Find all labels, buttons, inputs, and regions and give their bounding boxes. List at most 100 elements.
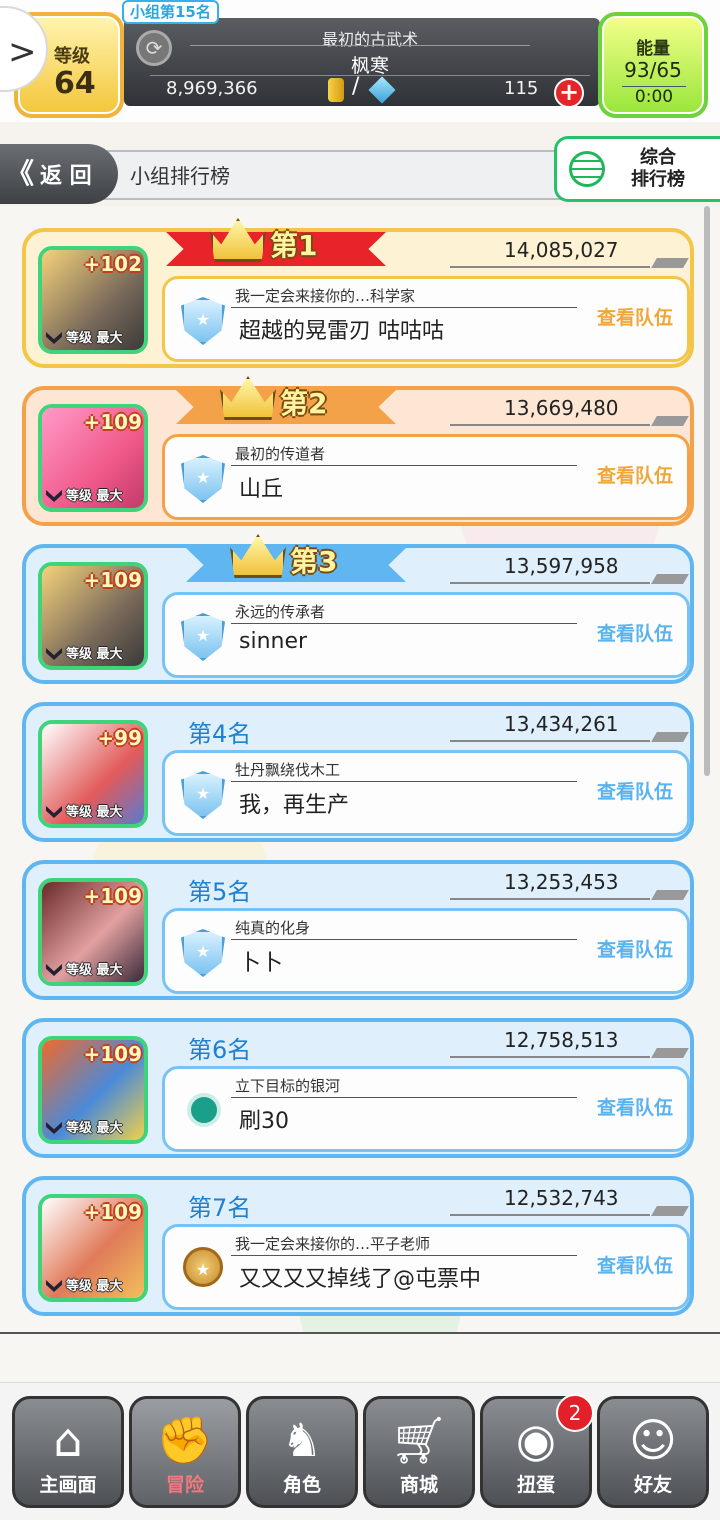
refresh-button[interactable]: ⟳ <box>136 30 172 66</box>
add-gems-button[interactable]: + <box>554 78 584 108</box>
home-icon: ⌂ <box>53 1413 83 1467</box>
leader-avatar[interactable]: +109 等级 最大 <box>38 1036 148 1144</box>
divider <box>150 75 590 76</box>
level-tag: 等级 最大 <box>66 805 123 820</box>
notification-badge: 2 <box>556 1394 594 1432</box>
player-name: 超越的晃雷刃 咕咕咕 <box>239 319 444 344</box>
score-value: 14,085,027 <box>504 238 619 262</box>
divider <box>231 781 577 782</box>
star-icon: ★ <box>195 942 211 961</box>
rank-crown-banner: 第1 <box>166 218 396 270</box>
divider <box>651 258 689 268</box>
energy-value: 93/65 <box>624 58 682 82</box>
level-tag: 等级 最大 <box>66 489 123 504</box>
back-button[interactable]: 《返 回 <box>0 144 118 204</box>
rank-crown-banner: 第2 <box>176 376 406 428</box>
player-title: 最初的古武术 <box>321 30 418 49</box>
overall-ranking-button[interactable]: 综合 排行榜 <box>554 136 720 202</box>
ranking-row: +99 等级 最大 第4名 13,434,261 ★ 牡丹飘绕伐木工 我，再生产… <box>22 702 694 842</box>
bonus-value: +109 <box>83 1042 142 1066</box>
overall-ranking-label: 综合 排行榜 <box>631 147 685 190</box>
team-title: 我一定会来接你的…平子老师 <box>235 1235 431 1253</box>
rank-label: 第5名 <box>188 878 252 906</box>
gold-amount: 8,969,366 <box>166 78 258 99</box>
view-team-button[interactable]: 查看队伍 <box>597 303 673 330</box>
team-title: 我一定会来接你的…科学家 <box>235 287 416 305</box>
leader-avatar[interactable]: +102 等级 最大 <box>38 246 148 354</box>
ranking-row: +109 等级 最大 第5名 13,253,453 ★ 纯真的化身 卜卜 查看队… <box>22 860 694 1000</box>
team-badge-icon: ★ <box>183 1247 223 1287</box>
star-icon: ★ <box>195 310 211 329</box>
leader-avatar[interactable]: +109 等级 最大 <box>38 404 148 512</box>
player-name: 山丘 <box>239 477 284 502</box>
player-name: 枫寒 <box>350 55 389 77</box>
nav-button[interactable]: ☺ 好友 <box>597 1396 709 1508</box>
energy-timer: 0:00 <box>622 86 686 107</box>
rabbit-icon: ♞ <box>281 1413 323 1467</box>
player-card: ★ 牡丹飘绕伐木工 我，再生产 查看队伍 <box>162 750 690 836</box>
score-value: 12,532,743 <box>504 1186 619 1210</box>
view-team-button[interactable]: 查看队伍 <box>597 1251 673 1278</box>
view-team-button[interactable]: 查看队伍 <box>597 777 673 804</box>
leader-avatar[interactable]: +99 等级 最大 <box>38 720 148 828</box>
leader-avatar[interactable]: +109 等级 最大 <box>38 562 148 670</box>
view-team-button[interactable]: 查看队伍 <box>597 619 673 646</box>
score-value: 13,597,958 <box>504 554 619 578</box>
player-card: ★ 最初的传道者 山丘 查看队伍 <box>162 434 690 520</box>
bonus-value: +102 <box>83 252 142 276</box>
score-value: 12,758,513 <box>504 1028 619 1052</box>
team-badge-icon <box>187 1093 221 1127</box>
nav-label: 冒险 <box>165 1474 204 1496</box>
view-team-button[interactable]: 查看队伍 <box>597 461 673 488</box>
view-team-button[interactable]: 查看队伍 <box>597 935 673 962</box>
ranking-row: +102 等级 最大 第1 14,085,027 ★ 我一定会来接你的…科学家 … <box>22 218 694 368</box>
scrollbar[interactable] <box>704 206 710 776</box>
divider <box>450 266 650 268</box>
player-name: 又又又又掉线了@屯票中 <box>239 1267 482 1292</box>
divider <box>651 890 689 900</box>
rank-label: 第6名 <box>188 1036 252 1064</box>
view-team-button[interactable]: 查看队伍 <box>597 1093 673 1120</box>
divider <box>231 1097 577 1098</box>
team-title: 牡丹飘绕伐木工 <box>235 761 341 779</box>
chevron-right-icon: > <box>8 32 37 72</box>
energy-badge[interactable]: 能量 93/65 0:00 <box>598 12 708 118</box>
level-tag: 等级 最大 <box>66 1279 123 1294</box>
nav-button[interactable]: ✊ 冒险 <box>129 1396 241 1508</box>
currency-separator: / <box>352 74 360 99</box>
divider <box>450 740 650 742</box>
team-title: 永远的传承者 <box>235 603 326 621</box>
shield-icon: ★ <box>181 613 225 661</box>
divider <box>450 1056 650 1058</box>
nav-label: 商城 <box>399 1474 438 1496</box>
divider <box>231 939 577 940</box>
nav-button[interactable]: ⌂ 主画面 <box>12 1396 124 1508</box>
player-name: 我，再生产 <box>239 793 350 818</box>
divider <box>450 898 650 900</box>
team-title: 立下目标的银河 <box>235 1077 341 1095</box>
player-card: ★ 我一定会来接你的…平子老师 又又又又掉线了@屯票中 查看队伍 <box>162 1224 690 1310</box>
rank-label: 第3 <box>290 545 338 578</box>
divider <box>231 623 577 624</box>
leader-avatar[interactable]: +109 等级 最大 <box>38 1194 148 1302</box>
bonus-value: +109 <box>83 410 142 434</box>
leader-avatar[interactable]: +109 等级 最大 <box>38 878 148 986</box>
level-tag: 等级 最大 <box>66 1121 123 1136</box>
divider <box>651 732 689 742</box>
friends-icon: ☺ <box>629 1413 677 1467</box>
level-tag: 等级 最大 <box>66 647 123 662</box>
nav-label: 主画面 <box>39 1474 97 1496</box>
nav-button[interactable]: 🛒︎ 商城 <box>363 1396 475 1508</box>
rank-label: 第2 <box>280 387 328 420</box>
ranking-row: +109 等级 最大 第2 13,669,480 ★ 最初的传道者 山丘 查看队… <box>22 376 694 526</box>
globe-icon <box>569 151 605 187</box>
bonus-value: +109 <box>83 884 142 908</box>
player-card: ★ 永远的传承者 sinner 查看队伍 <box>162 592 690 678</box>
nav-button[interactable]: ♞ 角色 <box>246 1396 358 1508</box>
ranking-row: +109 等级 最大 第7名 12,532,743 ★ 我一定会来接你的…平子老… <box>22 1176 694 1316</box>
player-card: ★ 我一定会来接你的…科学家 超越的晃雷刃 咕咕咕 查看队伍 <box>162 276 690 362</box>
ranking-list[interactable]: +102 等级 最大 第1 14,085,027 ★ 我一定会来接你的…科学家 … <box>0 206 720 1332</box>
bonus-value: +109 <box>83 1200 142 1224</box>
player-name: 卜卜 <box>239 951 284 976</box>
level-label: 等级 <box>54 46 90 67</box>
